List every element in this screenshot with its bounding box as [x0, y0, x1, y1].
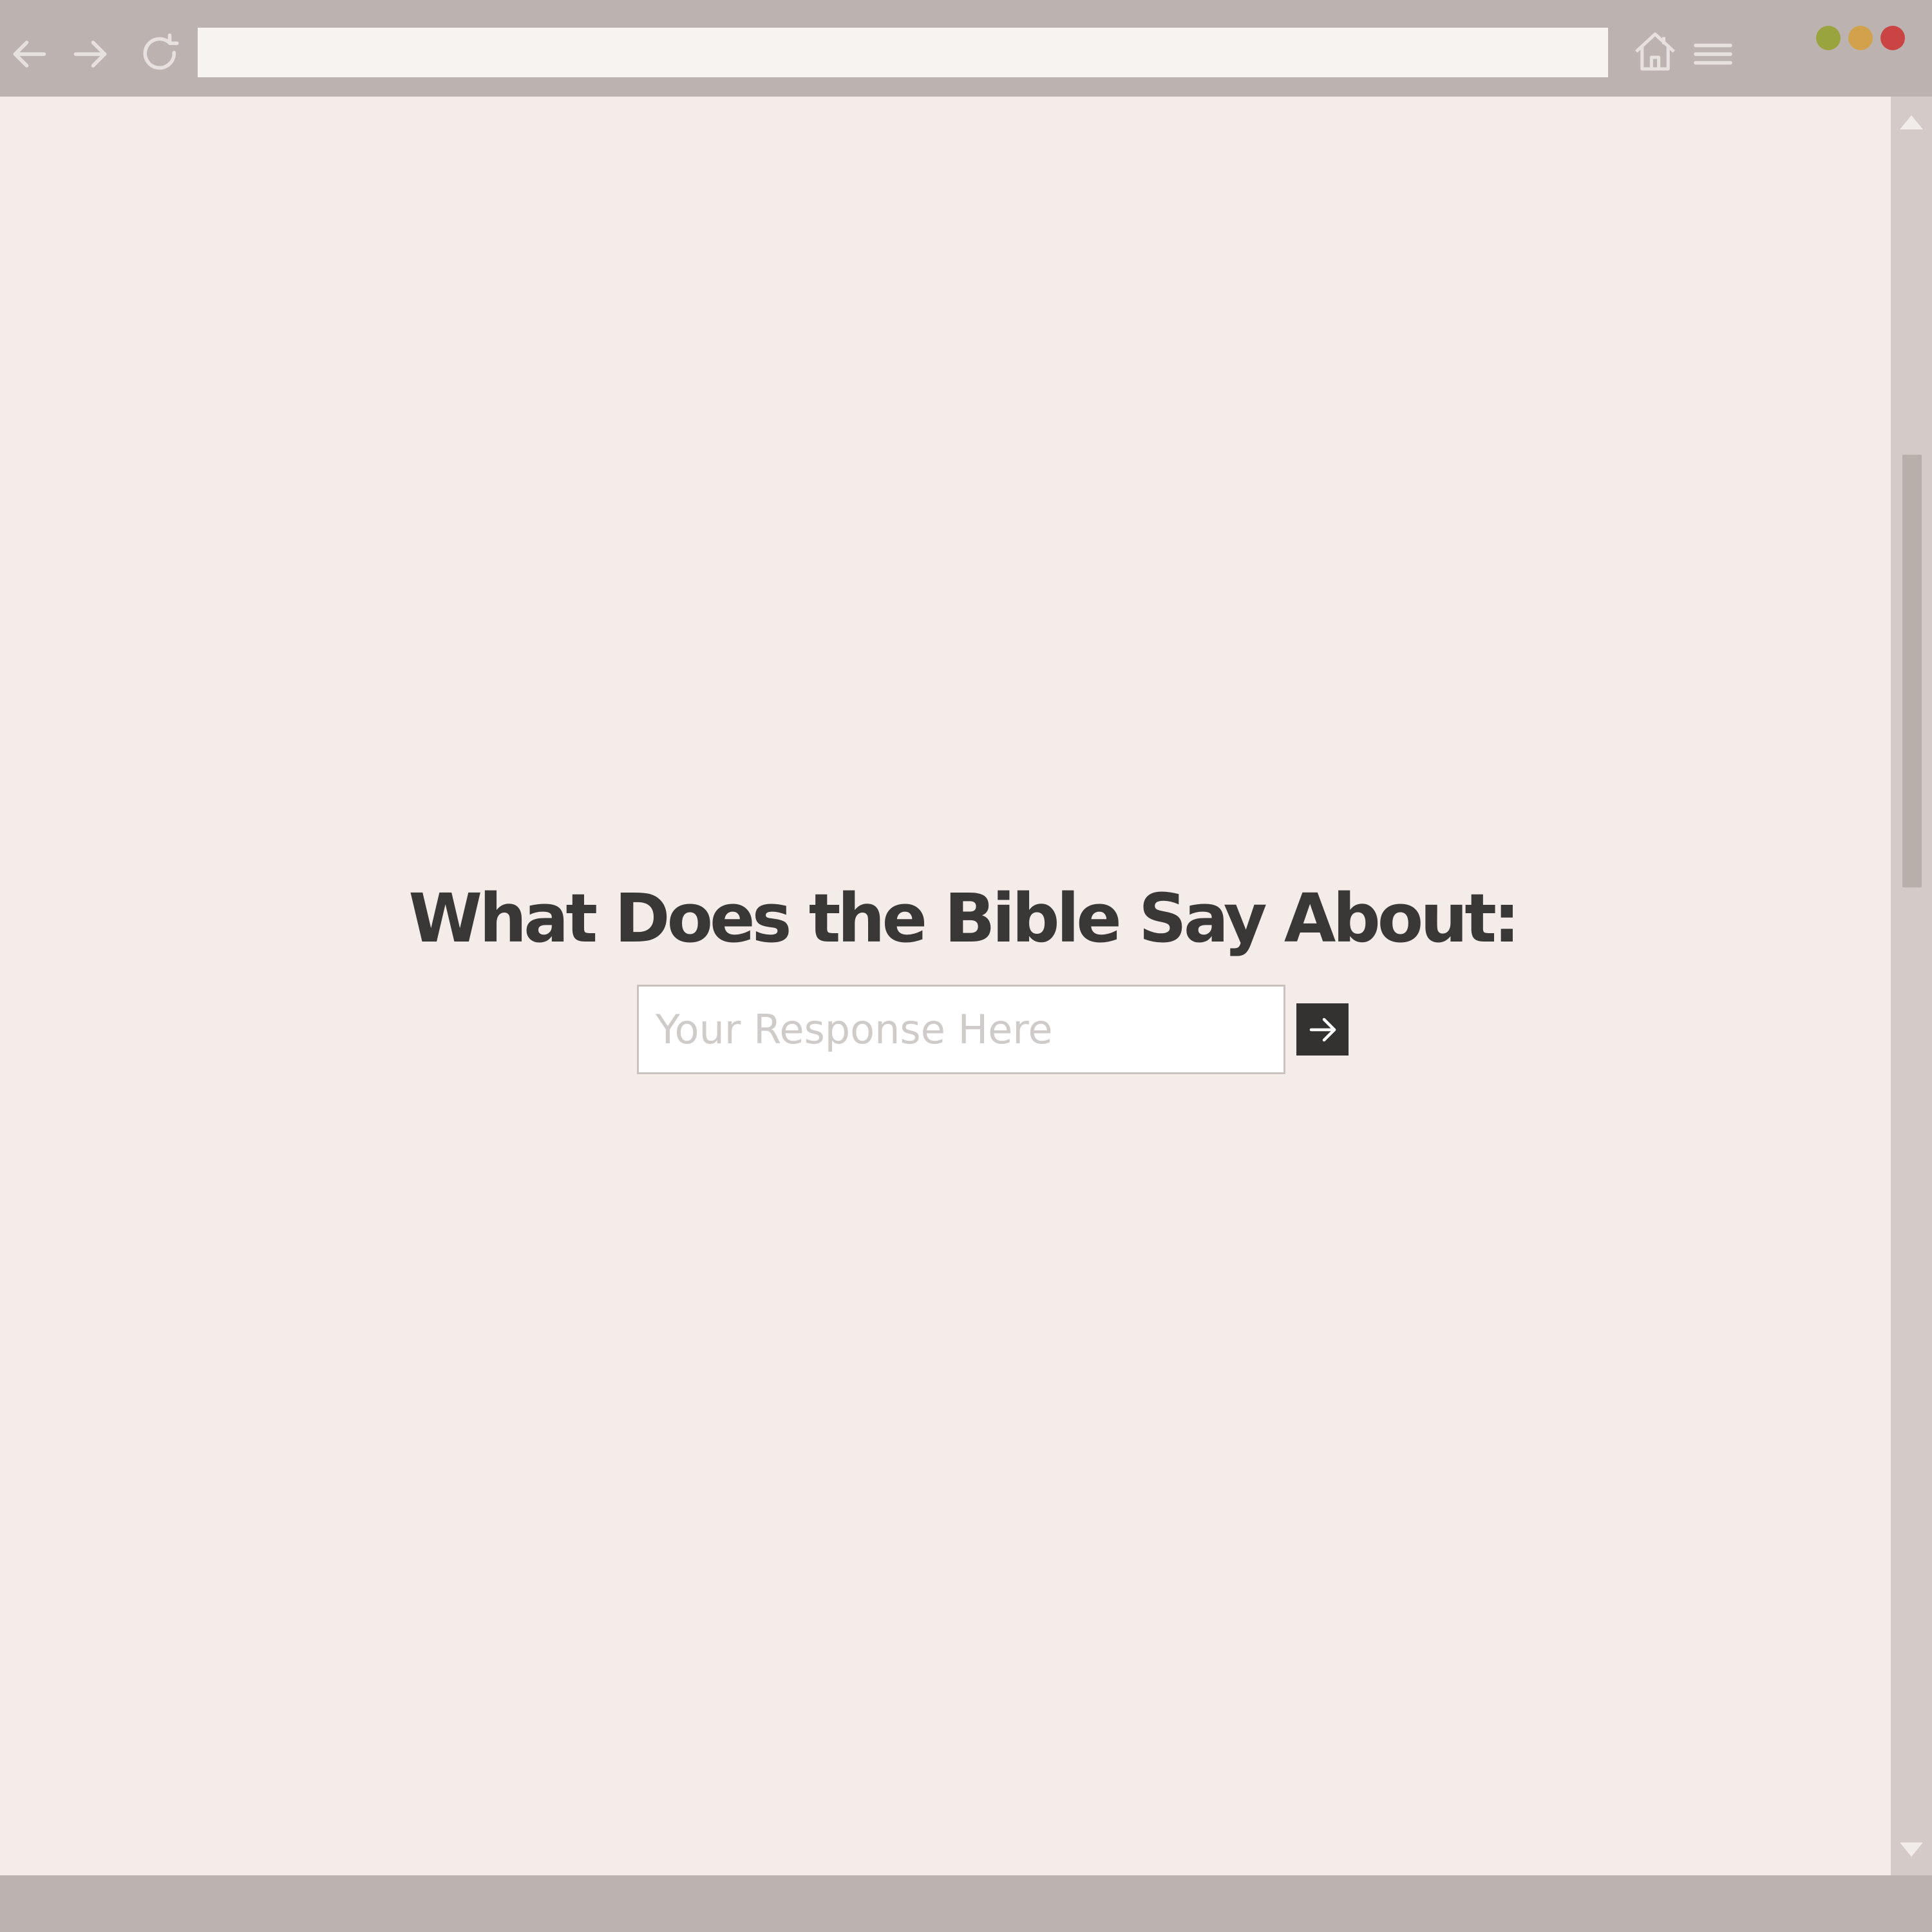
browser-toolbar	[0, 0, 1932, 97]
back-arrow-icon[interactable]	[4, 28, 55, 80]
arrow-right-icon	[1309, 1018, 1336, 1041]
home-icon[interactable]	[1629, 26, 1681, 77]
address-bar[interactable]	[198, 28, 1608, 77]
browser-status-bar	[0, 1875, 1932, 1932]
window-maximize-button[interactable]	[1816, 26, 1841, 50]
vertical-scrollbar[interactable]	[1891, 97, 1932, 1875]
response-input[interactable]	[637, 985, 1285, 1074]
window-close-button[interactable]	[1880, 26, 1905, 50]
scrollbar-thumb[interactable]	[1902, 455, 1922, 887]
reload-icon[interactable]	[135, 28, 187, 80]
scroll-down-arrow-icon[interactable]	[1891, 1830, 1932, 1869]
window-minimize-button[interactable]	[1848, 26, 1873, 50]
hamburger-menu-icon[interactable]	[1687, 28, 1739, 80]
page-heading: What Does the Bible Say About:	[408, 879, 1520, 958]
forward-arrow-icon[interactable]	[64, 28, 116, 80]
scroll-up-arrow-icon[interactable]	[1891, 103, 1932, 142]
submit-button[interactable]	[1296, 1003, 1349, 1056]
